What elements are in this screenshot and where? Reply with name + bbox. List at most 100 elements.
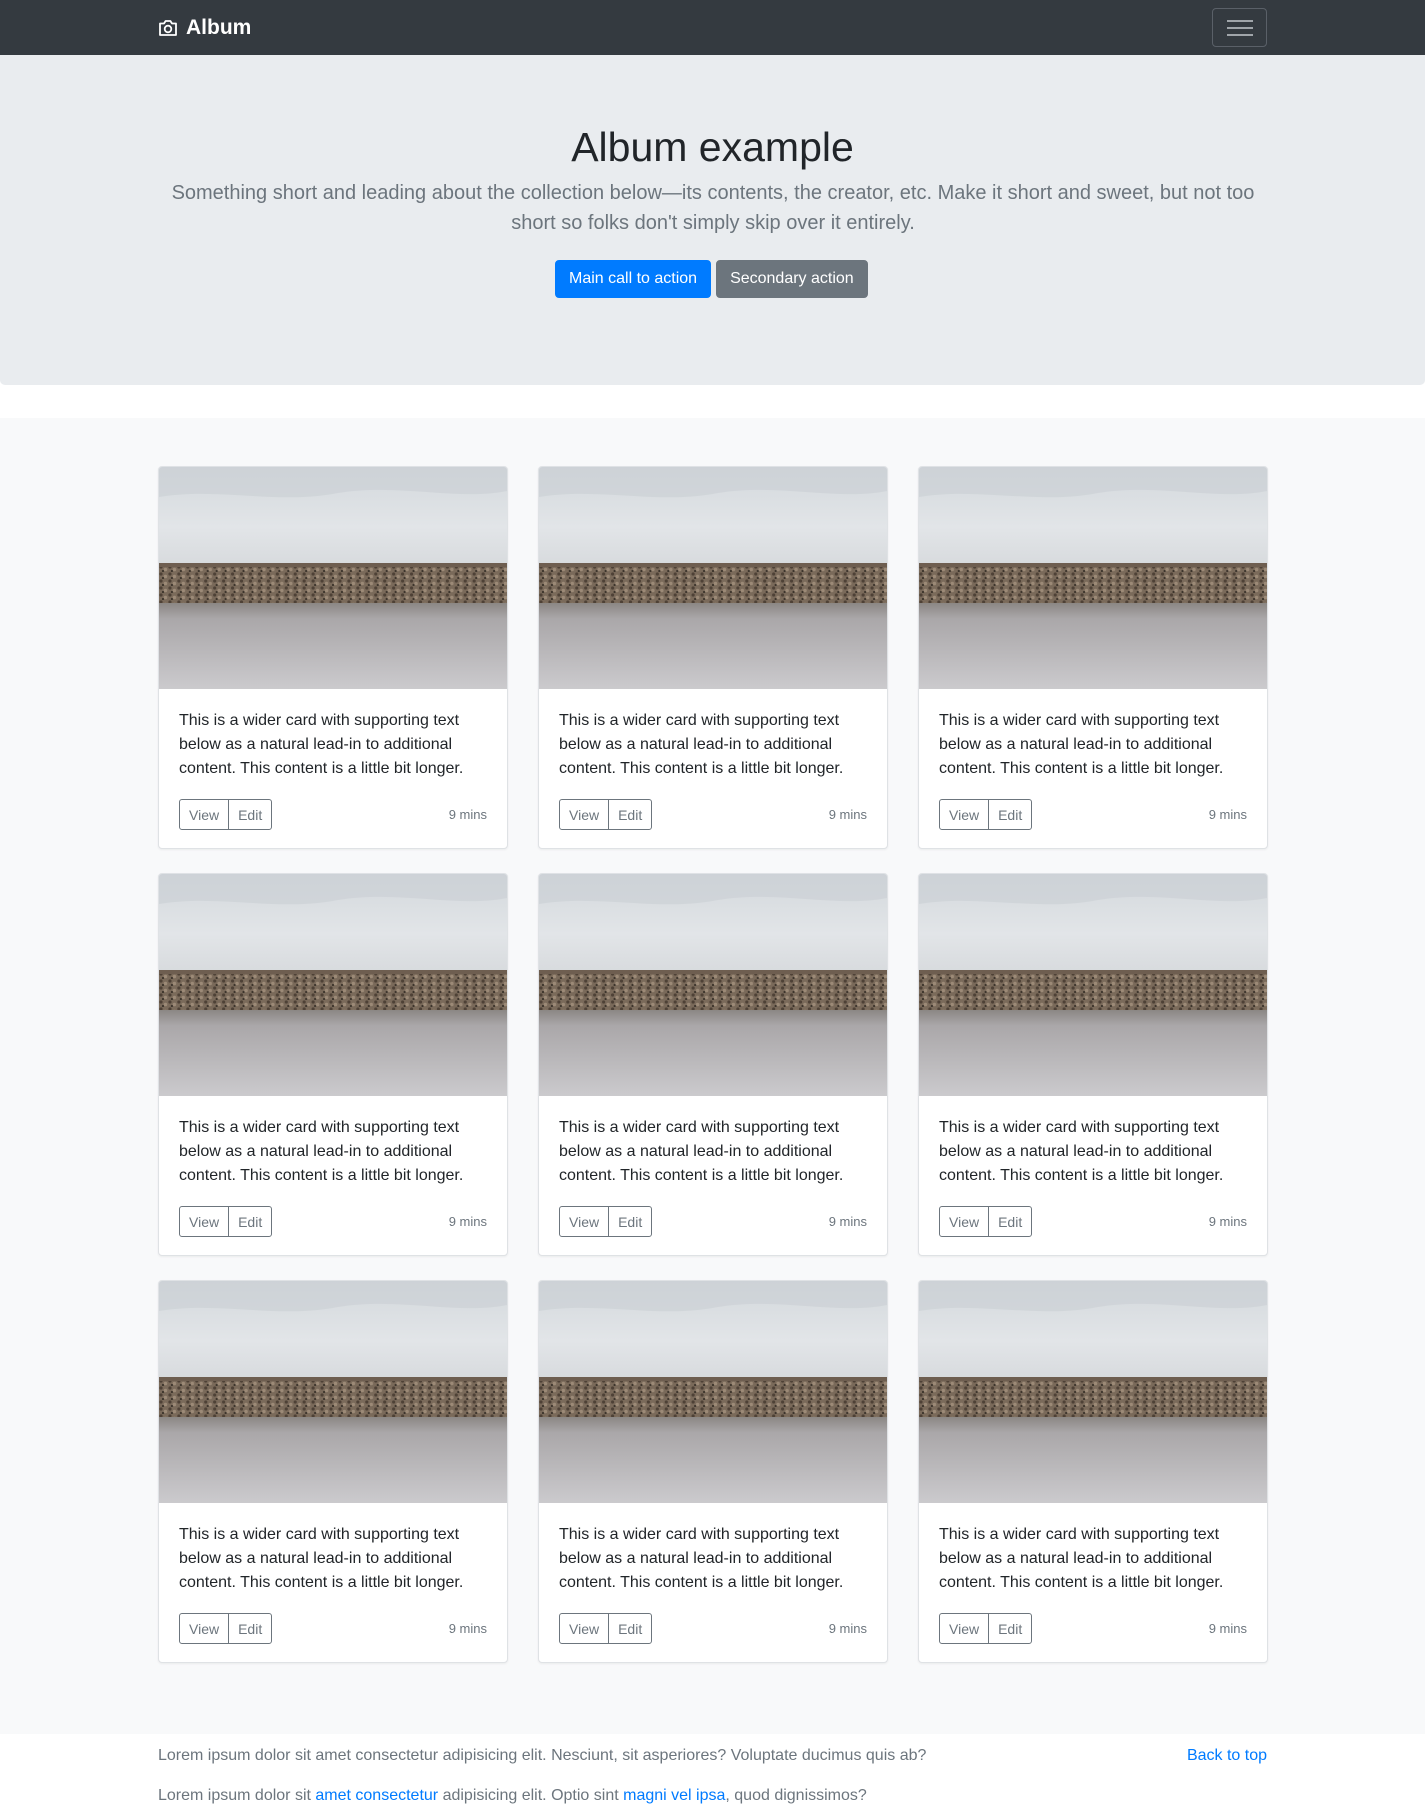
album-card: This is a wider card with supporting tex… bbox=[918, 466, 1268, 849]
navbar: Album bbox=[0, 0, 1425, 55]
card-thumbnail bbox=[159, 874, 507, 1096]
footer-link-magni[interactable]: magni vel ipsa bbox=[623, 1787, 725, 1804]
card-thumbnail bbox=[919, 874, 1267, 1096]
card-time: 9 mins bbox=[1208, 1621, 1247, 1636]
album-card: This is a wider card with supporting tex… bbox=[918, 1280, 1268, 1663]
card-footer: View Edit 9 mins bbox=[179, 799, 487, 830]
hero-lead: Something short and leading about the co… bbox=[171, 182, 1255, 234]
card-button-group: View Edit bbox=[559, 1206, 653, 1237]
footer-text-links: Lorem ipsum dolor sit amet consectetur a… bbox=[158, 1784, 867, 1808]
card-thumbnail bbox=[539, 874, 887, 1096]
card-footer: View Edit 9 mins bbox=[559, 1206, 867, 1237]
edit-button[interactable]: Edit bbox=[608, 799, 653, 830]
card-thumbnail bbox=[539, 467, 887, 689]
card-time: 9 mins bbox=[828, 1214, 867, 1229]
card-time: 9 mins bbox=[448, 807, 487, 822]
edit-button[interactable]: Edit bbox=[228, 1206, 273, 1237]
main-cta-button[interactable]: Main call to action bbox=[555, 260, 712, 298]
footer-link-amet[interactable]: amet consectetur bbox=[315, 1787, 438, 1804]
card-time: 9 mins bbox=[448, 1621, 487, 1636]
card-body: This is a wider card with supporting tex… bbox=[539, 1096, 887, 1237]
edit-button[interactable]: Edit bbox=[988, 799, 1033, 830]
edit-button[interactable]: Edit bbox=[988, 1613, 1033, 1644]
hero-actions: Main call to action Secondary action bbox=[555, 260, 868, 298]
card-text: This is a wider card with supporting tex… bbox=[559, 712, 844, 777]
card-thumbnail bbox=[919, 467, 1267, 689]
card-button-group: View Edit bbox=[939, 1613, 1033, 1644]
edit-button[interactable]: Edit bbox=[988, 1206, 1033, 1237]
card-button-group: View Edit bbox=[939, 799, 1033, 830]
card-body: This is a wider card with supporting tex… bbox=[919, 1096, 1267, 1237]
card-button-group: View Edit bbox=[179, 1613, 273, 1644]
view-button[interactable]: View bbox=[559, 799, 610, 830]
card-footer: View Edit 9 mins bbox=[939, 1206, 1247, 1237]
card-thumbnail bbox=[539, 1281, 887, 1503]
edit-button[interactable]: Edit bbox=[228, 1613, 273, 1644]
card-button-group: View Edit bbox=[939, 1206, 1033, 1237]
card-time: 9 mins bbox=[1208, 807, 1247, 822]
card-text: This is a wider card with supporting tex… bbox=[559, 1119, 844, 1184]
edit-button[interactable]: Edit bbox=[608, 1613, 653, 1644]
card-footer: View Edit 9 mins bbox=[939, 1613, 1247, 1644]
card-text: This is a wider card with supporting tex… bbox=[939, 1119, 1224, 1184]
card-button-group: View Edit bbox=[179, 1206, 273, 1237]
footer-text-part: adipisicing elit. Optio sint bbox=[438, 1787, 624, 1804]
footer: Lorem ipsum dolor sit amet consectetur a… bbox=[0, 1734, 1425, 1814]
view-button[interactable]: View bbox=[939, 1613, 990, 1644]
card-footer: View Edit 9 mins bbox=[179, 1613, 487, 1644]
card-thumbnail bbox=[919, 1281, 1267, 1503]
card-body: This is a wider card with supporting tex… bbox=[539, 1503, 887, 1644]
card-thumbnail bbox=[159, 1281, 507, 1503]
brand-name: Album bbox=[186, 16, 252, 39]
hamburger-icon bbox=[1226, 19, 1253, 36]
album-section: This is a wider card with supporting tex… bbox=[0, 418, 1425, 1734]
edit-button[interactable]: Edit bbox=[608, 1206, 653, 1237]
album-card: This is a wider card with supporting tex… bbox=[918, 873, 1268, 1256]
album-card: This is a wider card with supporting tex… bbox=[538, 1280, 888, 1663]
album-card: This is a wider card with supporting tex… bbox=[158, 1280, 508, 1663]
view-button[interactable]: View bbox=[559, 1613, 610, 1644]
card-time: 9 mins bbox=[828, 807, 867, 822]
footer-text-part: Lorem ipsum dolor sit bbox=[158, 1787, 316, 1804]
menu-toggle-button[interactable] bbox=[1212, 8, 1267, 47]
card-button-group: View Edit bbox=[559, 799, 653, 830]
card-body: This is a wider card with supporting tex… bbox=[159, 1503, 507, 1644]
card-time: 9 mins bbox=[1208, 1214, 1247, 1229]
card-text: This is a wider card with supporting tex… bbox=[939, 1526, 1224, 1591]
card-body: This is a wider card with supporting tex… bbox=[919, 1503, 1267, 1644]
album-card: This is a wider card with supporting tex… bbox=[538, 466, 888, 849]
brand-link[interactable]: Album bbox=[158, 14, 251, 42]
card-thumbnail bbox=[159, 467, 507, 689]
footer-text-part: , quod dignissimos? bbox=[725, 1787, 867, 1804]
card-text: This is a wider card with supporting tex… bbox=[179, 1526, 464, 1591]
camera-icon bbox=[159, 20, 177, 36]
card-body: This is a wider card with supporting tex… bbox=[539, 689, 887, 830]
card-footer: View Edit 9 mins bbox=[559, 799, 867, 830]
album-card: This is a wider card with supporting tex… bbox=[538, 873, 888, 1256]
back-to-top-link[interactable]: Back to top bbox=[1187, 1744, 1267, 1768]
album-card: This is a wider card with supporting tex… bbox=[158, 873, 508, 1256]
view-button[interactable]: View bbox=[939, 1206, 990, 1237]
card-button-group: View Edit bbox=[559, 1613, 653, 1644]
album-card: This is a wider card with supporting tex… bbox=[158, 466, 508, 849]
card-body: This is a wider card with supporting tex… bbox=[159, 1096, 507, 1237]
card-grid: This is a wider card with supporting tex… bbox=[158, 466, 1268, 1663]
view-button[interactable]: View bbox=[179, 1613, 230, 1644]
footer-text: Lorem ipsum dolor sit amet consectetur a… bbox=[158, 1747, 927, 1764]
card-body: This is a wider card with supporting tex… bbox=[159, 689, 507, 830]
view-button[interactable]: View bbox=[559, 1206, 610, 1237]
view-button[interactable]: View bbox=[179, 799, 230, 830]
card-time: 9 mins bbox=[448, 1214, 487, 1229]
secondary-action-button[interactable]: Secondary action bbox=[716, 260, 868, 298]
card-text: This is a wider card with supporting tex… bbox=[179, 712, 464, 777]
view-button[interactable]: View bbox=[939, 799, 990, 830]
card-button-group: View Edit bbox=[179, 799, 273, 830]
edit-button[interactable]: Edit bbox=[228, 799, 273, 830]
card-text: This is a wider card with supporting tex… bbox=[939, 712, 1224, 777]
card-footer: View Edit 9 mins bbox=[939, 799, 1247, 830]
card-text: This is a wider card with supporting tex… bbox=[559, 1526, 844, 1591]
card-footer: View Edit 9 mins bbox=[559, 1613, 867, 1644]
hero-title: Album example bbox=[571, 124, 854, 170]
card-text: This is a wider card with supporting tex… bbox=[179, 1119, 464, 1184]
view-button[interactable]: View bbox=[179, 1206, 230, 1237]
